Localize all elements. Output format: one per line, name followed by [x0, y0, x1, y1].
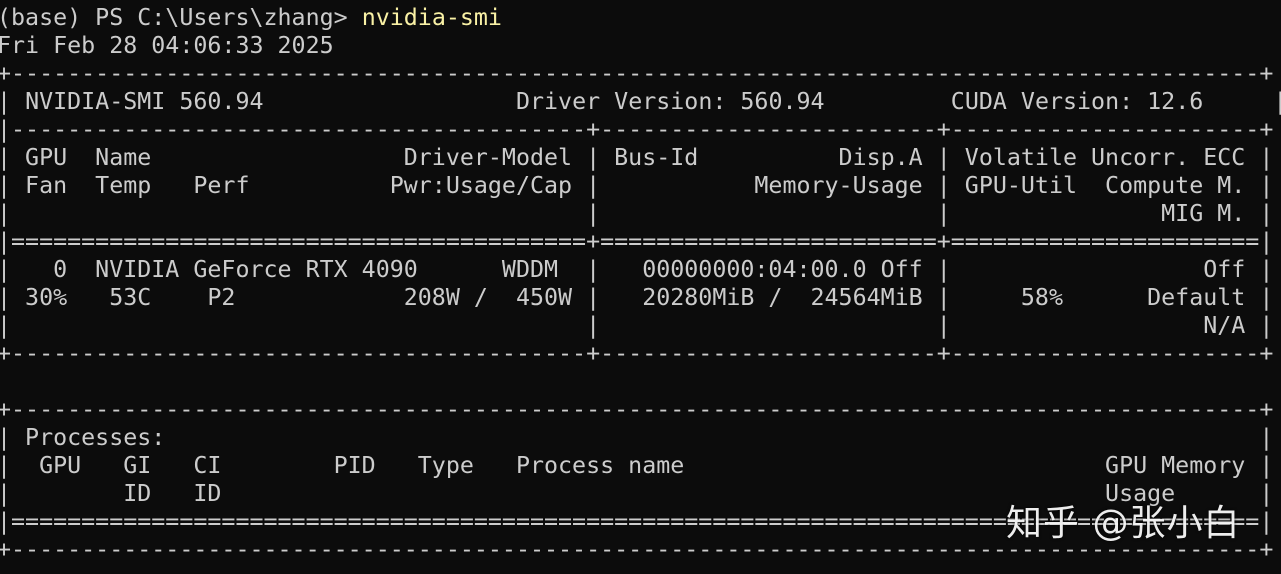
driver-version: Driver Version: 560.94 [515, 88, 825, 115]
processes-header-line-1: | GPU GI CI PID Type Process name GPU Me… [0, 452, 1274, 479]
gpu-table-header-border: |---------------------------------------… [0, 116, 1274, 143]
gpu-table-border-top: +---------------------------------------… [0, 60, 1274, 87]
terminal-window[interactable]: (base) PS C:\Users\zhang> nvidia-smi Fri… [0, 4, 1281, 574]
processes-border-top: +---------------------------------------… [0, 396, 1274, 423]
gpu-table-header-line-2: | Fan Temp Perf Pwr:Usage/Cap | Memory-U… [0, 172, 1274, 199]
timestamp-line: Fri Feb 28 04:06:33 2025 [0, 32, 334, 59]
watermark-text: 知乎 @张小白 [1006, 503, 1241, 544]
cuda-version: CUDA Version: 12.6 [950, 88, 1204, 115]
command-text: nvidia-smi [361, 4, 502, 31]
prompt-line: (base) PS C:\Users\zhang> nvidia-smi [0, 4, 502, 32]
gpu-table-double-border: |=======================================… [0, 228, 1274, 255]
gpu-row-line-2: | 30% 53C P2 208W / 450W | 20280MiB / 24… [0, 284, 1274, 311]
gpu-row-line-1: | 0 NVIDIA GeForce RTX 4090 WDDM | 00000… [0, 256, 1274, 283]
processes-title: | Processes: | [0, 424, 1274, 451]
gpu-table-border-bottom: +---------------------------------------… [0, 340, 1274, 367]
gpu-table-header-line-3: | | | MIG M. | [0, 200, 1274, 227]
smi-version: NVIDIA-SMI 560.94 [25, 88, 264, 115]
gpu-table-header-line-1: | GPU Name Driver-Model | Bus-Id Disp.A … [0, 144, 1274, 171]
gpu-row-line-3: | | | N/A | [0, 312, 1274, 339]
version-header-line: | NVIDIA-SMI 560.94 Driver Version: 560.… [0, 88, 1281, 115]
prompt-text: (base) PS C:\Users\zhang> [0, 4, 362, 31]
